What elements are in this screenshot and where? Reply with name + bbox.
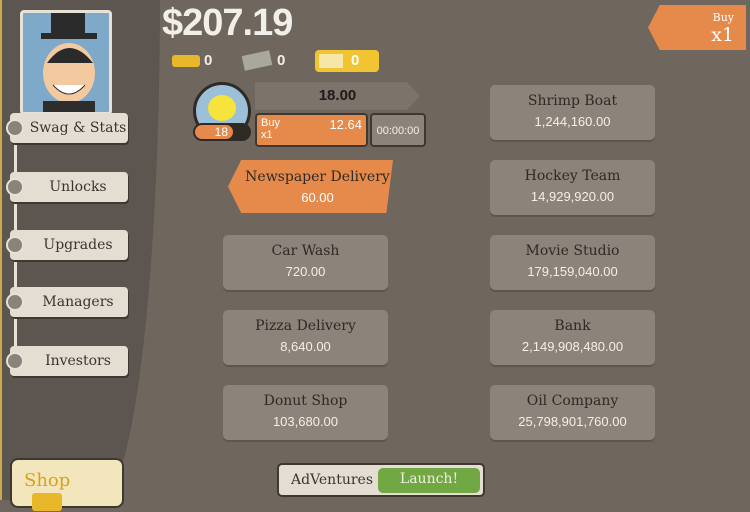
owned-count: 18 bbox=[195, 125, 233, 139]
shop-label: Shop bbox=[24, 470, 71, 491]
business-oil-company[interactable]: Oil Company 25,798,901,760.00 bbox=[490, 385, 655, 440]
nav-dot-icon bbox=[6, 352, 24, 370]
sidebar-item-unlocks[interactable]: Unlocks bbox=[6, 172, 128, 202]
gold-bars-icon bbox=[32, 493, 62, 511]
sidebar-item-upgrades[interactable]: Upgrades bbox=[6, 230, 128, 260]
nav-dot-icon bbox=[6, 236, 24, 254]
sidebar-item-investors[interactable]: Investors bbox=[6, 346, 128, 376]
business-name: Donut Shop bbox=[263, 393, 348, 409]
nav-dot-icon bbox=[6, 293, 24, 311]
label: Unlocks bbox=[49, 179, 107, 195]
buy-multiplier-button[interactable]: Buy x1 bbox=[648, 5, 746, 50]
business-name: Hockey Team bbox=[524, 168, 621, 184]
business-cost: 14,929,920.00 bbox=[530, 189, 615, 204]
sidebar-item-swag-stats[interactable]: Swag & Stats bbox=[6, 113, 128, 143]
buy-label: Buy bbox=[261, 117, 280, 129]
buy-lemonade-button[interactable]: Buy 12.64 x1 bbox=[255, 113, 368, 147]
shop-button[interactable]: Shop bbox=[10, 458, 124, 511]
business-name: Shrimp Boat bbox=[527, 93, 618, 109]
business-name: Movie Studio bbox=[525, 243, 620, 259]
tickets-button[interactable]: 0 bbox=[315, 50, 379, 72]
nav-dot-icon bbox=[6, 119, 24, 137]
business-cost: 60.00 bbox=[301, 190, 334, 205]
business-name: Pizza Delivery bbox=[255, 318, 356, 334]
buy-label: Buy bbox=[712, 11, 734, 24]
multiplier-value: x1 bbox=[711, 24, 734, 46]
buy-cost: 12.64 bbox=[329, 117, 362, 132]
adventures-label: AdVentures bbox=[291, 472, 374, 488]
launch-button[interactable]: Launch! bbox=[378, 468, 480, 493]
gold-icon bbox=[172, 55, 200, 67]
business-cost: 25,798,901,760.00 bbox=[518, 414, 627, 429]
business-movie-studio[interactable]: Movie Studio 179,159,040.00 bbox=[490, 235, 655, 290]
business-cost: 103,680.00 bbox=[272, 414, 339, 429]
tickets-count: 0 bbox=[351, 52, 360, 70]
owned-badge: 18 bbox=[193, 123, 251, 141]
gold-count: 0 bbox=[204, 52, 213, 69]
timer: 00:00:00 bbox=[370, 113, 426, 147]
business-newspaper-delivery[interactable]: Newspaper Delivery 60.00 bbox=[228, 160, 393, 213]
label: Investors bbox=[45, 353, 111, 369]
business-cost: 179,159,040.00 bbox=[527, 264, 618, 279]
business-hockey-team[interactable]: Hockey Team 14,929,920.00 bbox=[490, 160, 655, 215]
business-car-wash[interactable]: Car Wash 720.00 bbox=[223, 235, 388, 290]
business-name: Bank bbox=[554, 318, 591, 334]
label: Upgrades bbox=[43, 237, 113, 253]
adventures-panel: AdVentures Launch! bbox=[277, 463, 485, 497]
sidebar-item-managers[interactable]: Managers bbox=[6, 287, 128, 317]
megabucks-icon bbox=[241, 50, 273, 71]
megabucks-count: 0 bbox=[277, 52, 286, 69]
nav-dot-icon bbox=[6, 178, 24, 196]
label: Managers bbox=[42, 294, 114, 310]
business-shrimp-boat[interactable]: Shrimp Boat 1,244,160.00 bbox=[490, 85, 655, 140]
avatar[interactable] bbox=[20, 10, 112, 115]
ticket-icon bbox=[319, 54, 343, 68]
business-cost: 720.00 bbox=[285, 264, 326, 279]
business-name: Newspaper Delivery bbox=[245, 169, 390, 185]
business-cost: 8,640.00 bbox=[280, 339, 331, 354]
business-name: Car Wash bbox=[271, 243, 340, 259]
business-cost: 1,244,160.00 bbox=[534, 114, 611, 129]
money-balance: $207.19 bbox=[162, 2, 293, 44]
business-bank[interactable]: Bank 2,149,908,480.00 bbox=[490, 310, 655, 365]
business-name: Oil Company bbox=[526, 393, 619, 409]
business-cost: 2,149,908,480.00 bbox=[521, 339, 624, 354]
label: Swag & Stats bbox=[29, 120, 127, 136]
revenue-progress-bar: 18.00 bbox=[255, 82, 420, 110]
business-donut-shop[interactable]: Donut Shop 103,680.00 bbox=[223, 385, 388, 440]
business-pizza-delivery[interactable]: Pizza Delivery 8,640.00 bbox=[223, 310, 388, 365]
